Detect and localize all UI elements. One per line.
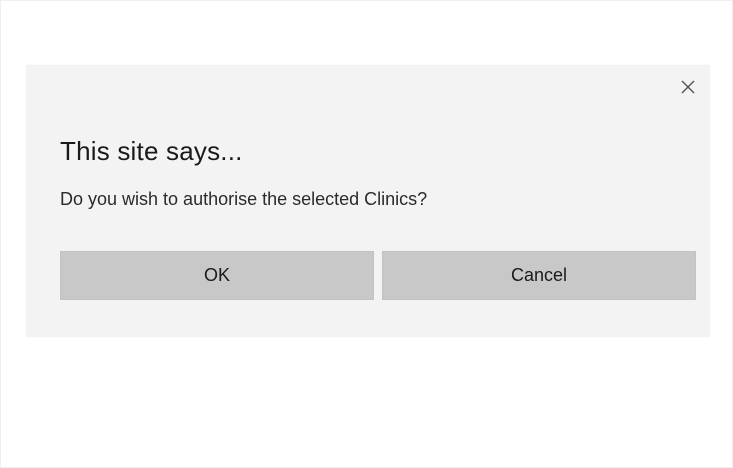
close-button[interactable] xyxy=(678,77,698,97)
ok-button[interactable]: OK xyxy=(60,251,374,300)
dialog-title: This site says... xyxy=(60,136,243,166)
cancel-button[interactable]: Cancel xyxy=(382,251,696,300)
close-icon xyxy=(680,79,696,95)
alert-dialog: This site says... Do you wish to authori… xyxy=(26,65,710,337)
dialog-message: Do you wish to authorise the selected Cl… xyxy=(60,189,428,209)
dialog-buttons: OK Cancel xyxy=(60,251,696,300)
page-background: This site says... Do you wish to authori… xyxy=(0,0,733,468)
